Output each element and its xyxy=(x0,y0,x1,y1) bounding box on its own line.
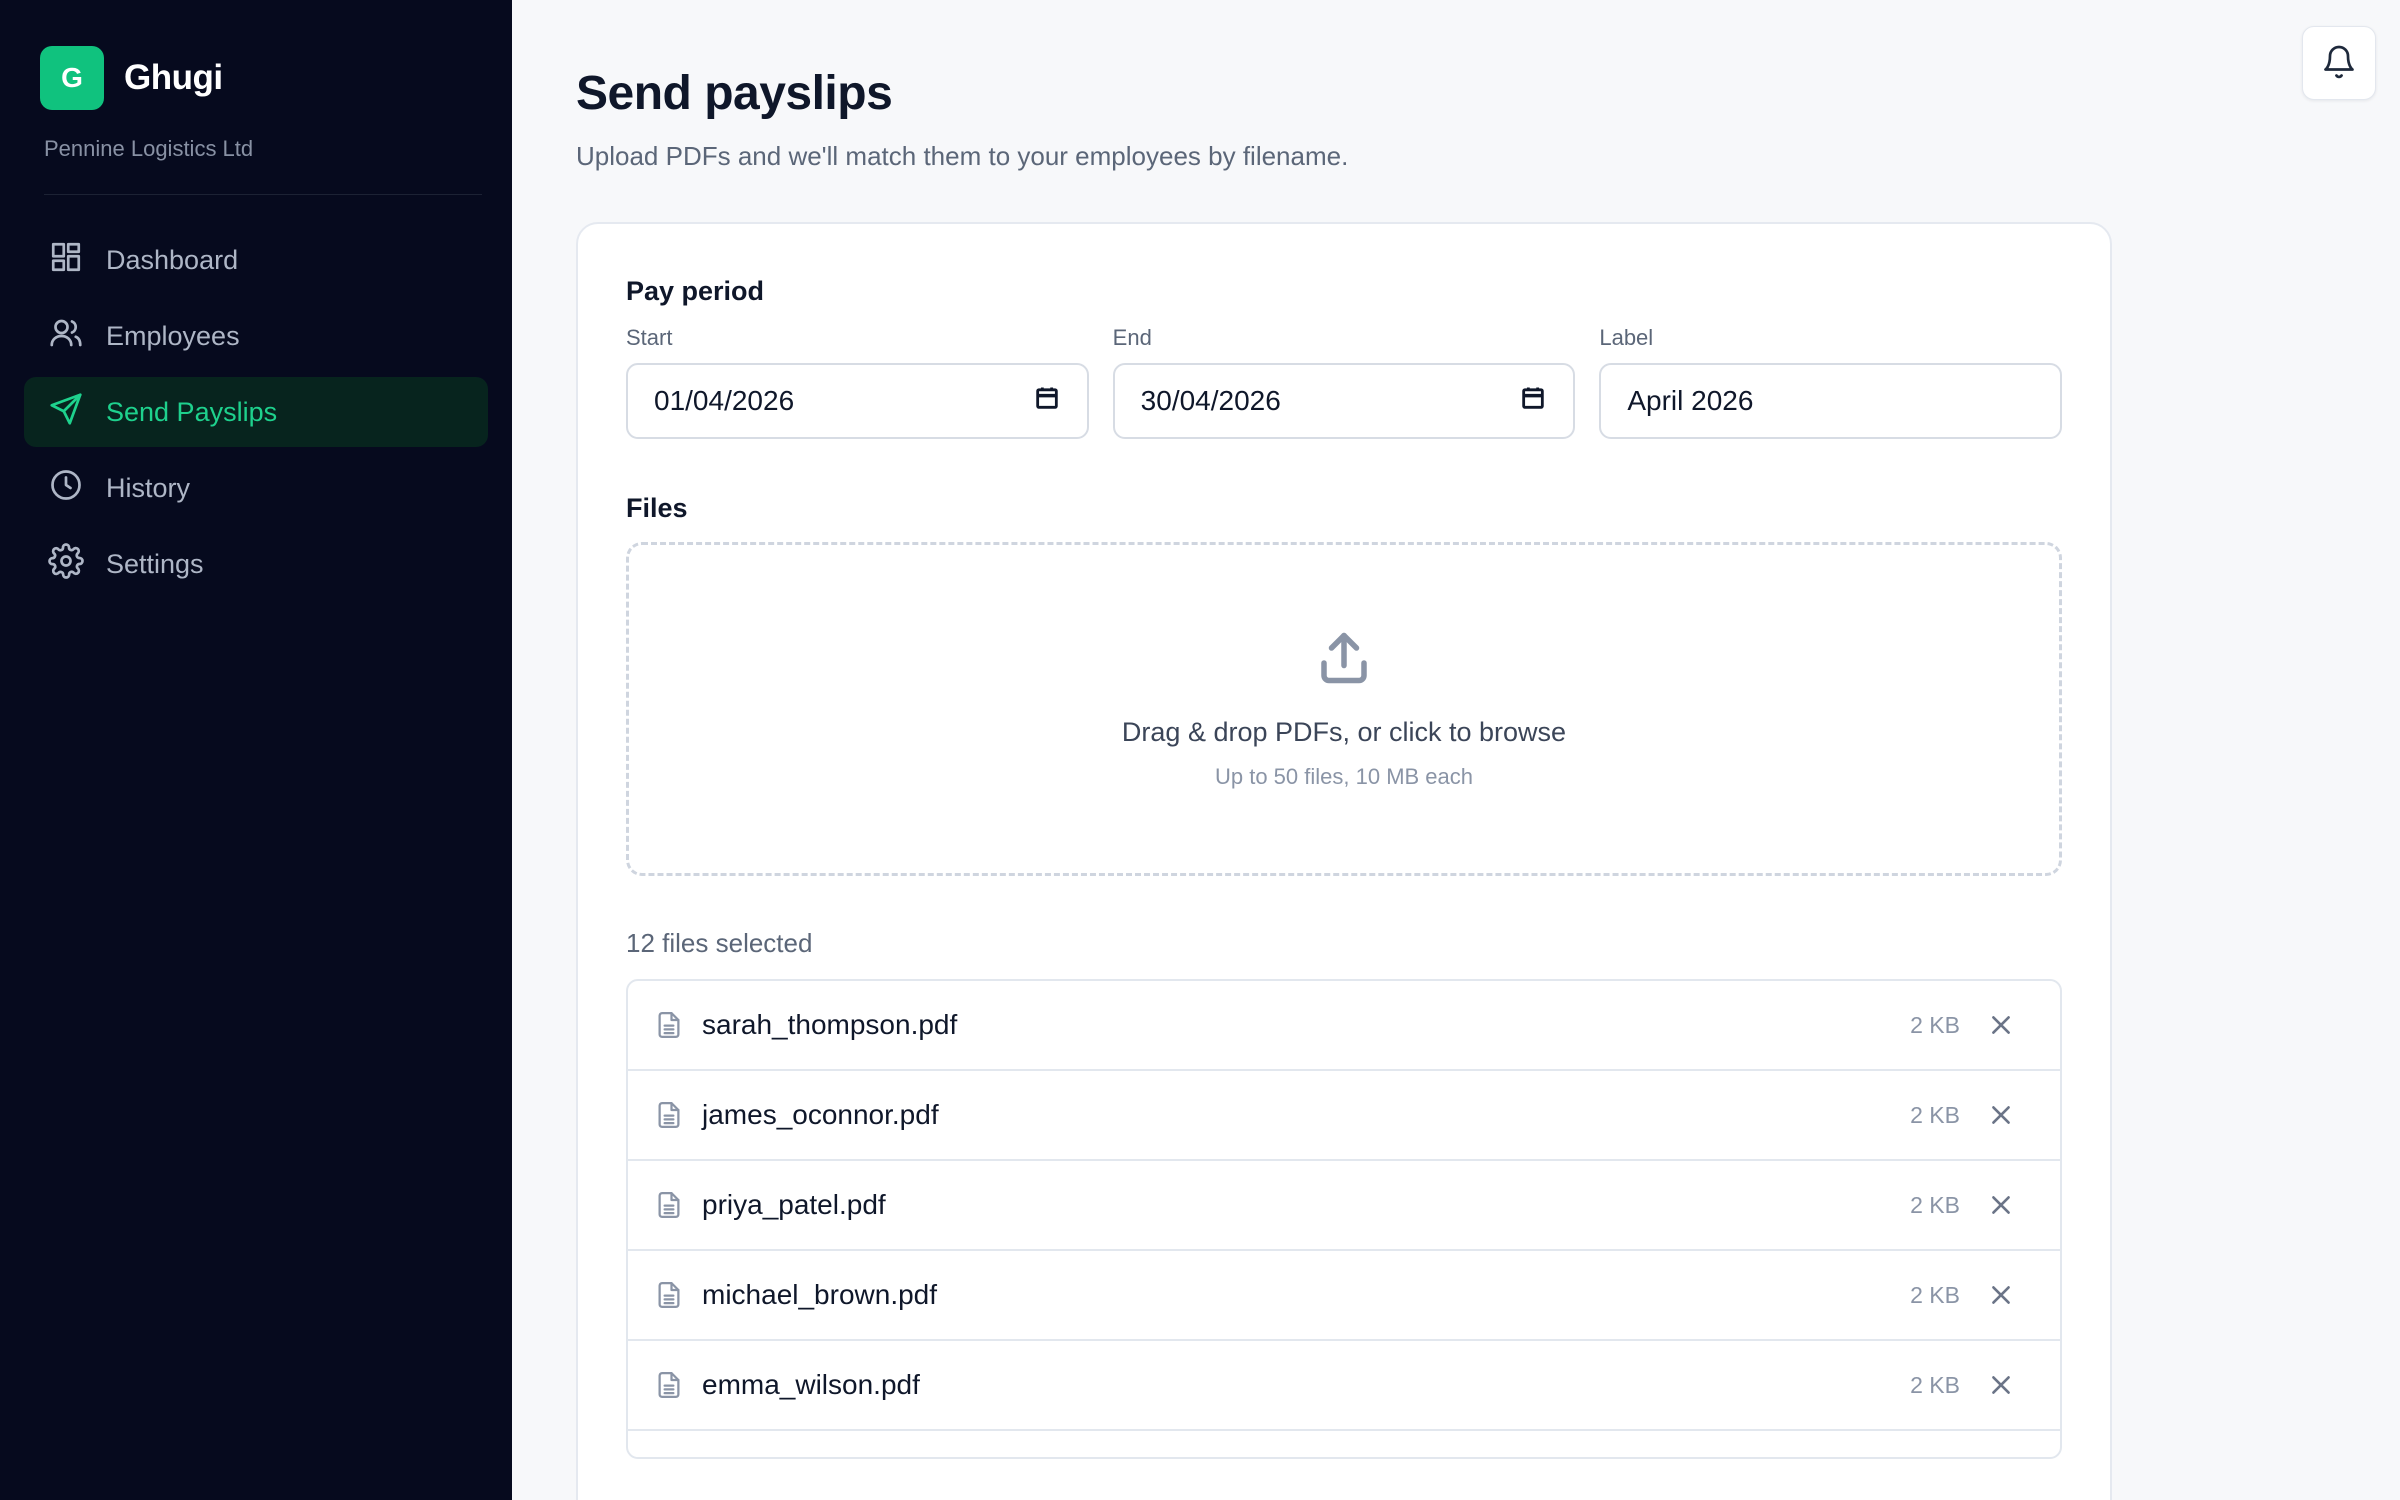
dropzone-text: Drag & drop PDFs, or click to browse xyxy=(1121,717,1567,747)
close-icon xyxy=(1992,1376,2010,1394)
file-size: 2 KB xyxy=(1910,1281,1960,1308)
file-size: 2 KB xyxy=(1910,1101,1960,1128)
document-icon xyxy=(654,1190,684,1220)
brand[interactable]: G Ghugi xyxy=(24,46,488,110)
document-icon xyxy=(654,1370,684,1400)
document-icon xyxy=(654,1010,684,1040)
close-icon xyxy=(1992,1016,2010,1034)
sidebar-item-label: Employees xyxy=(106,320,240,351)
end-date-input[interactable]: 30/04/2026 xyxy=(1112,363,1576,439)
sidebar-item-employees[interactable]: Employees xyxy=(24,301,488,371)
file-row: michael_brown.pdf 2 KB xyxy=(628,1251,2060,1341)
organization-name: Pennine Logistics Ltd xyxy=(44,136,254,161)
page-subtitle: Upload PDFs and we'll match them to your… xyxy=(576,141,1349,171)
remove-file-button[interactable] xyxy=(1986,1280,2016,1310)
remove-file-button[interactable] xyxy=(1986,1010,2016,1040)
sidebar-item-label: History xyxy=(106,472,191,503)
calendar-icon[interactable] xyxy=(1033,384,1061,419)
sidebar: G Ghugi Pennine Logistics Ltd Dashboard … xyxy=(0,0,512,1500)
remove-file-button[interactable] xyxy=(1986,1370,2016,1400)
grid-icon xyxy=(48,239,84,282)
brand-name: Ghugi xyxy=(124,58,223,97)
pay-period-fields: Start 01/04/2026 End 30/04/2026 Label Ap… xyxy=(626,325,2063,439)
end-date-value: 30/04/2026 xyxy=(1140,385,1281,416)
file-size: 2 KB xyxy=(1910,1191,1960,1218)
file-row: emma_wilson.pdf 2 KB xyxy=(628,1341,2060,1431)
notifications-button[interactable] xyxy=(2302,26,2376,100)
users-icon xyxy=(48,315,84,358)
upload-card: Pay period Start 01/04/2026 End 30/04/20… xyxy=(576,222,2112,1500)
start-date-label: Start xyxy=(626,325,673,350)
start-date-value: 01/04/2026 xyxy=(654,385,795,416)
period-label-input[interactable]: April 2026 xyxy=(1599,363,2063,439)
remove-file-button[interactable] xyxy=(1986,1190,2016,1220)
document-icon xyxy=(654,1100,684,1130)
start-date-field: Start 01/04/2026 xyxy=(626,325,1089,439)
file-name: emma_wilson.pdf xyxy=(702,1369,920,1400)
main-content: Send payslips Upload PDFs and we'll matc… xyxy=(512,0,2400,1500)
period-label-field: Label April 2026 xyxy=(1599,325,2063,439)
file-size: 2 KB xyxy=(1910,1371,1960,1398)
remove-file-button[interactable] xyxy=(1986,1100,2016,1130)
close-icon xyxy=(1992,1196,2010,1214)
bell-icon xyxy=(2321,44,2357,83)
file-size: 2 KB xyxy=(1910,1011,1960,1038)
sidebar-item-label: Settings xyxy=(106,548,204,579)
sidebar-item-label: Dashboard xyxy=(106,244,239,275)
calendar-icon[interactable] xyxy=(1519,384,1547,419)
sidebar-item-dashboard[interactable]: Dashboard xyxy=(24,225,488,295)
start-date-input[interactable]: 01/04/2026 xyxy=(626,363,1089,439)
sidebar-item-label: Send Payslips xyxy=(106,396,278,427)
end-date-field: End 30/04/2026 xyxy=(1112,325,1576,439)
sidebar-nav: Dashboard Employees Send Payslips Histor… xyxy=(24,225,488,599)
dropzone-hint: Up to 50 files, 10 MB each xyxy=(1214,764,1474,789)
sidebar-item-history[interactable]: History xyxy=(24,453,488,523)
file-dropzone[interactable]: Drag & drop PDFs, or click to browse Up … xyxy=(626,542,2062,876)
period-label-label: Label xyxy=(1599,325,1654,350)
file-row: priya_patel.pdf 2 KB xyxy=(628,1161,2060,1251)
gear-icon xyxy=(48,542,84,586)
brand-logo: G xyxy=(40,46,104,110)
file-name: priya_patel.pdf xyxy=(702,1189,886,1220)
file-row: sarah_thompson.pdf 2 KB xyxy=(628,981,2060,1071)
file-name: michael_brown.pdf xyxy=(702,1279,938,1310)
clock-icon xyxy=(48,467,84,510)
sidebar-divider xyxy=(44,194,482,195)
period-label-value: April 2026 xyxy=(1627,385,1754,416)
file-name: james_oconnor.pdf xyxy=(702,1099,939,1130)
sidebar-item-settings[interactable]: Settings xyxy=(24,529,488,599)
close-icon xyxy=(1992,1106,2010,1124)
pay-period-heading: Pay period xyxy=(626,276,765,306)
upload-icon xyxy=(1314,628,1374,693)
sidebar-item-send-payslips[interactable]: Send Payslips xyxy=(24,377,488,447)
file-name: sarah_thompson.pdf xyxy=(702,1009,958,1040)
file-row xyxy=(628,1431,2060,1457)
close-icon xyxy=(1992,1286,2010,1304)
send-icon xyxy=(48,391,84,434)
page-title: Send payslips xyxy=(576,67,893,120)
files-selected-count: 12 files selected xyxy=(626,928,813,958)
document-icon xyxy=(654,1280,684,1310)
files-heading: Files xyxy=(626,493,688,523)
file-row: james_oconnor.pdf 2 KB xyxy=(628,1071,2060,1161)
end-date-label: End xyxy=(1112,325,1152,350)
file-list[interactable]: sarah_thompson.pdf 2 KB james_oconnor.pd… xyxy=(626,979,2062,1459)
